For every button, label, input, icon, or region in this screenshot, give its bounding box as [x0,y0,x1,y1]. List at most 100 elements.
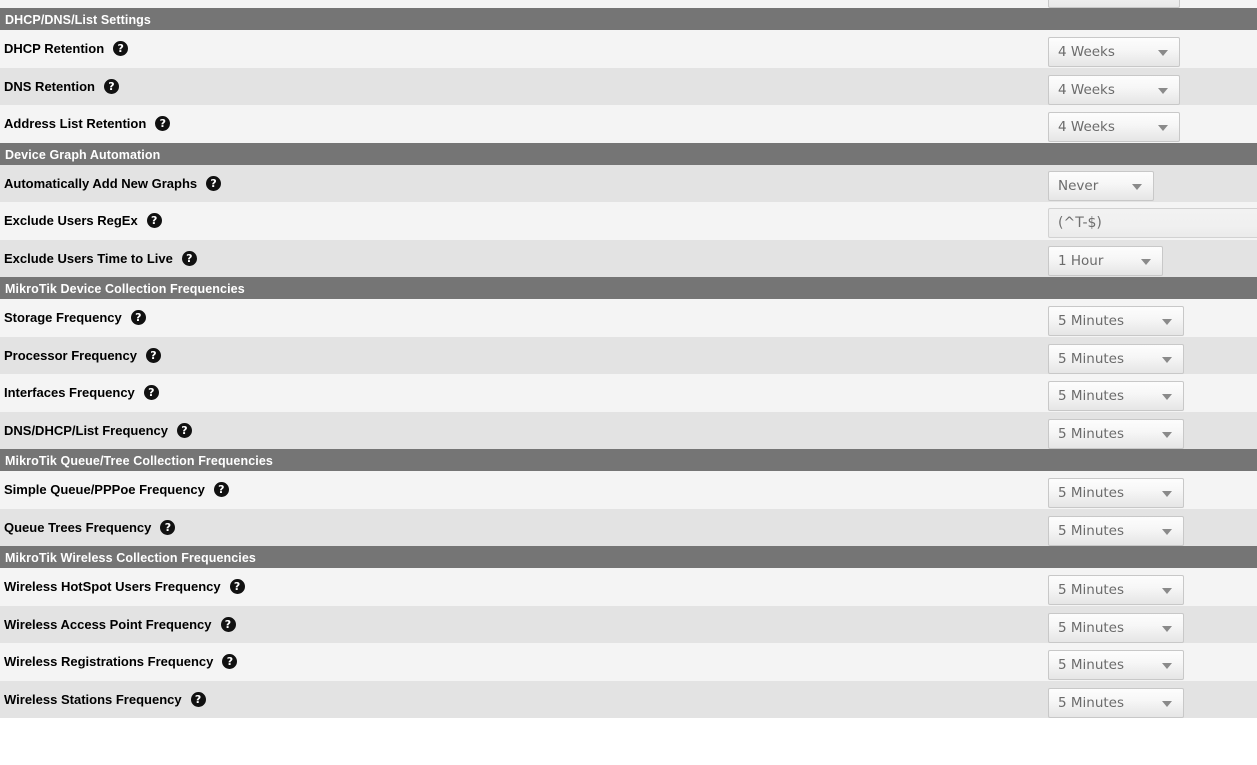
setting-select-value: 5 Minutes [1058,657,1125,673]
setting-label: Exclude Users Time to Live? [0,250,197,266]
help-icon[interactable]: ? [222,654,238,670]
chevron-down-icon [1162,588,1172,594]
chevron-down-icon [1162,394,1172,400]
setting-select[interactable]: 5 Minutes [1048,381,1184,411]
help-icon[interactable]: ? [113,41,129,57]
setting-select-value: 5 Minutes [1058,522,1125,539]
chevron-down-icon [1162,491,1172,497]
setting-select-value: 5 Minutes [1058,582,1125,598]
setting-label-text: DHCP Retention [4,41,105,57]
setting-label-text: Wireless Access Point Frequency [4,616,212,632]
help-icon[interactable]: ? [181,250,197,266]
setting-label-text: Address List Retention [4,116,147,132]
help-icon[interactable]: ? [220,616,236,632]
setting-select-value: 5 Minutes [1058,313,1125,329]
help-icon[interactable]: ? [143,385,159,401]
section-header: DHCP/DNS/List Settings [0,8,1257,30]
setting-select-value: Never [1058,177,1099,194]
setting-select[interactable]: 5 Minutes [1048,478,1184,508]
setting-label: Queue Trees Frequency? [0,519,176,535]
help-icon[interactable]: ? [130,310,146,326]
help-icon[interactable]: ? [176,422,192,438]
setting-label: DNS/DHCP/List Frequency? [0,422,192,438]
setting-row: Automatically Add New Graphs? Never [0,164,1257,202]
help-icon[interactable]: ? [104,78,119,94]
setting-select-value: 4 Weeks [1058,119,1115,135]
setting-control-holder: 5 Minutes [1048,412,1184,457]
regex-text-input[interactable]: (^T-$) [1048,208,1257,238]
setting-row: Exclude Users RegEx? (^T-$) [0,202,1257,240]
setting-row: Address List Retention? 4 Weeks [0,105,1257,143]
setting-select-value: 1 Hour [1058,252,1104,269]
chevron-down-icon [1162,625,1172,632]
help-icon[interactable]: ? [213,482,229,498]
chevron-down-icon [1162,356,1172,363]
setting-label-text: Wireless Stations Frequency [4,691,182,707]
clipped-select-control[interactable] [1048,0,1180,8]
help-icon[interactable]: ? [206,175,222,191]
setting-select[interactable]: 4 Weeks [1048,74,1180,105]
setting-select[interactable]: 5 Minutes [1048,612,1184,643]
setting-select-value: 5 Minutes [1058,619,1125,636]
setting-select[interactable]: 5 Minutes [1048,515,1184,546]
chevron-down-icon [1141,258,1151,265]
setting-row: Wireless Stations Frequency? 5 Minutes [0,680,1257,718]
setting-label-text: Storage Frequency [4,310,122,326]
setting-label-text: DNS/DHCP/List Frequency [4,422,168,438]
chevron-down-icon [1162,663,1172,669]
setting-label: DNS Retention? [0,78,119,94]
setting-label-text: DNS Retention [4,78,95,94]
setting-select[interactable]: 5 Minutes [1048,306,1184,336]
setting-select[interactable]: 4 Weeks [1048,37,1180,67]
chevron-down-icon [1162,319,1172,325]
setting-label-text: Wireless Registrations Frequency [4,654,214,670]
setting-row: DNS Retention? 4 Weeks [0,67,1257,105]
chevron-down-icon [1158,125,1168,131]
help-icon[interactable]: ? [229,579,245,595]
setting-control-holder: 5 Minutes [1048,681,1184,726]
setting-label-text: Queue Trees Frequency [4,519,152,535]
chevron-down-icon [1158,50,1168,56]
setting-control-holder: 1 Hour [1048,240,1163,284]
setting-select[interactable]: 4 Weeks [1048,112,1180,142]
setting-select-value: 5 Minutes [1058,388,1125,404]
setting-row: Processor Frequency? 5 Minutes [0,336,1257,374]
setting-label: Wireless Registrations Frequency? [0,654,238,670]
setting-row: DHCP Retention? 4 Weeks [0,30,1257,68]
settings-sections: DHCP/DNS/List Settings DHCP Retention? 4 W… [0,8,1257,718]
setting-select[interactable]: 1 Hour [1048,245,1163,276]
setting-select[interactable]: 5 Minutes [1048,343,1184,374]
setting-label: DHCP Retention? [0,41,129,57]
setting-row: Wireless Registrations Frequency? 5 Minut… [0,643,1257,681]
setting-control-holder: 5 Minutes [1048,509,1184,554]
setting-label: Automatically Add New Graphs? [0,175,222,191]
settings-page: DHCP/DNS/List Settings DHCP Retention? 4 W… [0,0,1257,718]
setting-label-text: Automatically Add New Graphs [4,175,198,191]
setting-select[interactable]: 5 Minutes [1048,575,1184,605]
setting-select[interactable]: 5 Minutes [1048,687,1184,718]
setting-row: Exclude Users Time to Live? 1 Hour [0,239,1257,277]
setting-label: Wireless Stations Frequency? [0,691,206,707]
setting-select-value: 4 Weeks [1058,44,1115,60]
help-icon[interactable]: ? [190,691,206,707]
setting-label: Wireless Access Point Frequency? [0,616,236,632]
setting-select-value: 5 Minutes [1058,350,1125,367]
help-icon[interactable]: ? [160,519,176,535]
setting-select[interactable]: Never [1048,170,1154,201]
setting-row: Simple Queue/PPPoe Frequency? 5 Minutes [0,471,1257,509]
setting-row: Queue Trees Frequency? 5 Minutes [0,508,1257,546]
setting-row: Wireless Access Point Frequency? 5 Minute… [0,605,1257,643]
chevron-down-icon [1162,528,1172,535]
setting-control-holder: 4 Weeks [1048,105,1180,150]
help-icon[interactable]: ? [155,116,171,132]
chevron-down-icon [1162,431,1172,438]
setting-select[interactable]: 5 Minutes [1048,650,1184,680]
setting-label-text: Wireless HotSpot Users Frequency [4,579,221,595]
help-icon[interactable]: ? [145,347,161,363]
setting-label: Address List Retention? [0,116,171,132]
setting-label: Exclude Users RegEx? [0,213,162,229]
help-icon[interactable]: ? [146,213,162,229]
setting-select[interactable]: 5 Minutes [1048,418,1184,449]
setting-label: Simple Queue/PPPoe Frequency? [0,482,229,498]
setting-label-text: Simple Queue/PPPoe Frequency [4,482,205,498]
